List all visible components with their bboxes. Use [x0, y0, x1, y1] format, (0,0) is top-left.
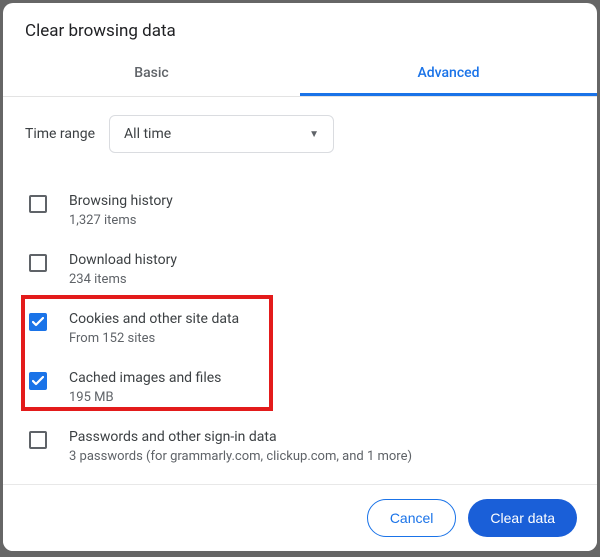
checkbox-passwords[interactable] [29, 431, 47, 449]
checkbox-cache[interactable] [29, 372, 47, 390]
item-title: Cached images and files [69, 370, 221, 386]
time-range-row: Time range All time ▼ [25, 115, 575, 153]
dialog-footer: Cancel Clear data [3, 484, 597, 551]
item-autofill[interactable]: Autofill form data [25, 476, 575, 484]
item-sub: 1,327 items [69, 213, 173, 228]
dialog-title: Clear browsing data [3, 3, 597, 55]
item-title: Browsing history [69, 193, 173, 209]
clear-browsing-data-dialog: Clear browsing data Basic Advanced Time … [3, 3, 597, 551]
item-browsing-history[interactable]: Browsing history 1,327 items [25, 181, 575, 240]
items-list: Browsing history 1,327 items Download hi… [25, 181, 575, 484]
item-sub: 234 items [69, 272, 177, 287]
checkbox-cookies[interactable] [29, 313, 47, 331]
content-scroll[interactable]: Time range All time ▼ Browsing history 1… [3, 97, 597, 484]
tab-advanced[interactable]: Advanced [300, 55, 597, 96]
chevron-down-icon: ▼ [309, 129, 319, 140]
item-sub: 3 passwords (for grammarly.com, clickup.… [69, 449, 412, 464]
item-cookies[interactable]: Cookies and other site data From 152 sit… [25, 299, 575, 358]
cancel-button[interactable]: Cancel [367, 499, 457, 537]
item-download-history[interactable]: Download history 234 items [25, 240, 575, 299]
content-wrap: Time range All time ▼ Browsing history 1… [3, 97, 597, 484]
clear-data-button[interactable]: Clear data [468, 499, 577, 537]
item-sub: 195 MB [69, 390, 221, 405]
item-title: Cookies and other site data [69, 311, 239, 327]
item-title: Passwords and other sign-in data [69, 429, 412, 445]
tabs: Basic Advanced [3, 55, 597, 97]
time-range-select[interactable]: All time ▼ [109, 115, 334, 153]
time-range-label: Time range [25, 126, 95, 142]
tab-basic[interactable]: Basic [3, 55, 300, 96]
checkbox-browsing-history[interactable] [29, 195, 47, 213]
item-cache[interactable]: Cached images and files 195 MB [25, 358, 575, 417]
item-sub: From 152 sites [69, 331, 239, 346]
time-range-selected: All time [124, 126, 171, 142]
checkbox-download-history[interactable] [29, 254, 47, 272]
item-title: Download history [69, 252, 177, 268]
item-passwords[interactable]: Passwords and other sign-in data 3 passw… [25, 417, 575, 476]
